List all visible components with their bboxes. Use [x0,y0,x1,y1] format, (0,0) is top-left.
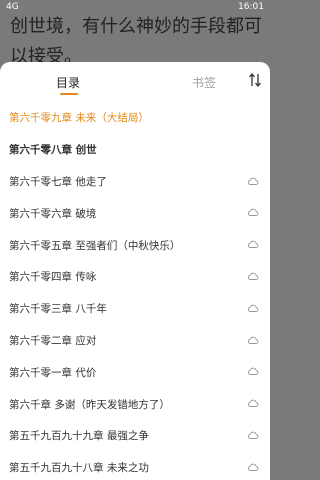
chapter-title: 第六千零四章 传咏 [9,271,97,284]
cloud-icon [248,463,259,471]
sort-icon[interactable] [248,72,262,88]
chapter-title: 第五千九百九十九章 最强之争 [9,430,149,443]
toc-sheet: 目录 书签 第六千零九章 未来（大结局） 第六千零八章 创世 第六千零七章 他走了第… [0,62,270,480]
cloud-icon [248,399,259,408]
chapter-item[interactable]: 第六千零五章 至强者们（中秋快乐） [0,229,270,261]
chapter-item[interactable]: 第五千九百九十九章 最强之争 [0,420,270,452]
cloud-icon [248,336,259,344]
chapter-list: 第六千零九章 未来（大结局） 第六千零八章 创世 第六千零七章 他走了 第六千零六章 … [0,102,270,480]
cloud-icon [248,209,259,217]
chapter-item[interactable]: 第五千九百九十八章 未来之功 [0,452,270,480]
chapter-title: 第六千零一章 代价 [9,366,97,379]
cloud-icon [248,304,259,312]
tab-bookmarks[interactable]: 书签 [192,74,216,91]
chapter-title: 第六千零三章 八千年 [9,303,107,316]
chapter-title: 第六千零九章 未来（大结局） [9,112,149,125]
tab-toc[interactable]: 目录 [56,74,80,91]
chapter-title: 第六千零二章 应对 [9,334,97,347]
chapter-item[interactable]: 第六千零八章 创世 [0,134,270,166]
chapter-item[interactable]: 第六千零七章 他走了 [0,166,270,198]
chapter-title: 第六千零五章 至强者们（中秋快乐） [9,239,181,252]
toc-tabs: 目录 书签 [0,62,270,102]
chapter-item[interactable]: 第六千零三章 八千年 [0,293,270,325]
chapter-title: 第六千零六章 破境 [9,207,97,220]
chapter-item[interactable]: 第六千零一章 代价 [0,356,270,388]
cloud-icon [248,431,259,439]
clock: 16:01 [238,2,264,12]
chapter-title: 第六千零七章 他走了 [9,175,107,188]
chapter-title: 第六千零八章 创世 [9,144,97,157]
tab-indicator [60,93,78,95]
signal-indicator: 4G [6,2,19,12]
cloud-icon [248,240,259,249]
chapter-item[interactable]: 第六千零四章 传咏 [0,261,270,293]
cloud-icon [248,177,259,185]
chapter-item[interactable]: 第六千零二章 应对 [0,325,270,357]
chapter-title: 第六千章 多谢（昨天发错地方了） [9,398,170,411]
chapter-title: 第五千九百九十八章 未来之功 [9,462,149,475]
cloud-icon [248,272,259,280]
chapter-item[interactable]: 第六千零九章 未来（大结局） [0,102,270,134]
chapter-item[interactable]: 第六千零六章 破境 [0,197,270,229]
cloud-icon [248,368,259,376]
chapter-item[interactable]: 第六千章 多谢（昨天发错地方了） [0,388,270,420]
